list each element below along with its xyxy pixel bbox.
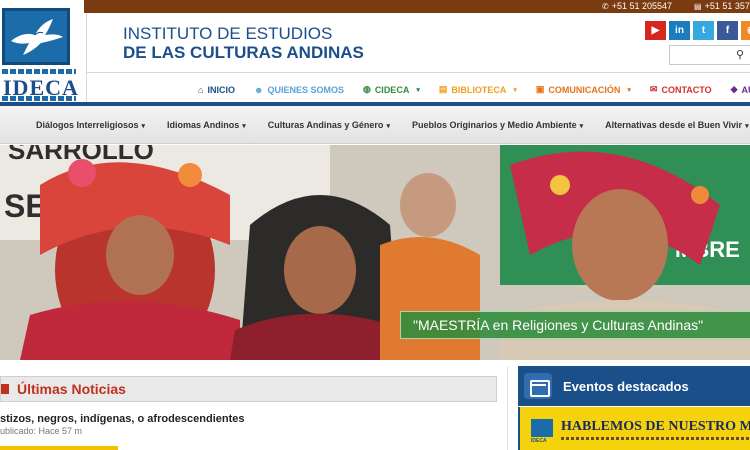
top-contact-bar: ✆ +51 51 205547 ▤ +51 51 357 bbox=[0, 0, 750, 13]
topic-culturas-label: Culturas Andinas y Género bbox=[267, 120, 384, 130]
column-divider bbox=[507, 366, 508, 450]
nav-comunicacion-label: COMUNICACIÓN bbox=[548, 84, 621, 95]
nav-contacto[interactable]: ✉ CONTACTO bbox=[650, 84, 712, 95]
news-thumbnail[interactable] bbox=[0, 446, 118, 450]
news-icon bbox=[1, 384, 9, 394]
topic-alternativas[interactable]: Alternativas desde el Buen Vivir ▾ bbox=[605, 120, 748, 130]
home-icon: ⌂ bbox=[198, 84, 204, 95]
site-logo[interactable]: IDECA bbox=[0, 0, 84, 101]
facebook-icon[interactable]: f bbox=[717, 21, 738, 40]
chevron-down-icon: ▾ bbox=[745, 122, 749, 130]
chevron-down-icon: ▾ bbox=[386, 122, 390, 130]
ideca-mini-wordmark: IDECA bbox=[531, 438, 547, 444]
nav-contacto-label: CONTACTO bbox=[661, 84, 712, 95]
latest-news-header: Últimas Noticias bbox=[0, 376, 497, 402]
youtube-icon[interactable]: ▶ bbox=[645, 21, 666, 40]
envelope-icon: ✉ bbox=[649, 84, 658, 94]
nav-cideca-label: CIDECA bbox=[374, 84, 410, 95]
topic-pueblos-label: Pueblos Originarios y Medio Ambiente bbox=[411, 120, 577, 130]
site-title[interactable]: INSTITUTO DE ESTUDIOS DE LAS CULTURAS AN… bbox=[123, 24, 364, 62]
condor-emblem bbox=[2, 8, 70, 65]
nav-biblioteca-label: BIBLIOTECA bbox=[451, 84, 507, 95]
topic-dialogos-label: Diálogos Interreligiosos bbox=[36, 120, 139, 130]
fax-number: +51 51 357 bbox=[704, 1, 750, 11]
printer-icon: ▤ bbox=[694, 2, 702, 11]
main-nav: ⌂ INICIO ☻ QUIENES SOMOS ◍ CIDECA ▾ ▤ BIBLIOT… bbox=[198, 84, 750, 95]
topic-alternativas-label: Alternativas desde el Buen Vivir bbox=[605, 120, 743, 130]
document-icon: ▣ bbox=[535, 84, 545, 94]
header-rule bbox=[87, 72, 750, 73]
phone-contact[interactable]: ✆ +51 51 205547 bbox=[602, 0, 672, 13]
nav-quienes-label: QUIENES SOMOS bbox=[267, 84, 344, 95]
nav-quienes-somos[interactable]: ☻ QUIENES SOMOS bbox=[254, 84, 344, 95]
topic-dialogos[interactable]: Diálogos Interreligiosos ▾ bbox=[36, 120, 145, 130]
topic-culturas-genero[interactable]: Culturas Andinas y Género ▾ bbox=[268, 120, 390, 130]
linkedin-icon[interactable]: in bbox=[669, 21, 690, 40]
news-item-title[interactable]: stizos, negros, indígenas, o afrodescend… bbox=[0, 413, 245, 425]
featured-event-banner[interactable]: IDECA HABLEMOS DE NUESTRO MUNDO bbox=[518, 407, 750, 450]
ideca-mini-logo bbox=[531, 419, 553, 437]
globe-icon: ◍ bbox=[362, 84, 371, 94]
phone-number: +51 51 205547 bbox=[611, 1, 673, 11]
header-divider bbox=[86, 13, 87, 103]
event-banner-subtitle bbox=[561, 437, 750, 440]
nav-aula-virtual[interactable]: ◆AULA VIRTUA bbox=[731, 84, 750, 95]
topic-nav: Diálogos Interreligiosos ▾ Idiomas Andino… bbox=[0, 106, 750, 144]
nav-inicio[interactable]: ⌂ INICIO bbox=[198, 84, 235, 95]
topic-idiomas-label: Idiomas Andinos bbox=[167, 120, 240, 130]
nav-biblioteca[interactable]: ▤ BIBLIOTECA ▾ bbox=[439, 84, 517, 95]
topic-idiomas[interactable]: Idiomas Andinos ▾ bbox=[167, 120, 246, 130]
twitter-icon[interactable]: t bbox=[693, 21, 714, 40]
site-title-line2: DE LAS CULTURAS ANDINAS bbox=[123, 43, 364, 62]
latest-news-title: Últimas Noticias bbox=[17, 381, 126, 397]
search-icon[interactable]: ⚲ bbox=[736, 48, 744, 61]
featured-events-title: Eventos destacados bbox=[563, 379, 689, 394]
fax-contact[interactable]: ▤ +51 51 357 bbox=[694, 0, 750, 13]
graduation-cap-icon: ◆ bbox=[730, 84, 738, 94]
featured-events-header: Eventos destacados bbox=[518, 366, 750, 406]
extra-social-icon[interactable]: ◉ bbox=[741, 21, 750, 40]
users-icon: ☻ bbox=[253, 84, 264, 95]
nav-comunicacion[interactable]: ▣ COMUNICACIÓN ▾ bbox=[536, 84, 631, 95]
calendar-icon bbox=[524, 373, 552, 399]
phone-icon: ✆ bbox=[602, 2, 609, 11]
topic-pueblos[interactable]: Pueblos Originarios y Medio Ambiente ▾ bbox=[412, 120, 583, 130]
chevron-down-icon: ▾ bbox=[513, 86, 517, 94]
search-input[interactable]: ⚲ bbox=[669, 45, 750, 65]
hero-caption[interactable]: "MAESTRÍA en Religiones y Culturas Andin… bbox=[400, 311, 750, 339]
chevron-down-icon: ▾ bbox=[242, 122, 246, 130]
site-title-line1: INSTITUTO DE ESTUDIOS bbox=[123, 24, 333, 43]
event-banner-title: HABLEMOS DE NUESTRO MUNDO bbox=[561, 419, 750, 434]
chevron-down-icon: ▾ bbox=[141, 122, 146, 130]
chevron-down-icon: ▾ bbox=[416, 86, 420, 94]
logo-pattern-top bbox=[2, 69, 76, 74]
book-icon: ▤ bbox=[438, 84, 448, 94]
nav-aula-label: AULA VIRTUA bbox=[741, 84, 750, 95]
chevron-down-icon: ▾ bbox=[627, 86, 631, 94]
nav-cideca[interactable]: ◍ CIDECA ▾ bbox=[363, 84, 420, 95]
nav-inicio-label: INICIO bbox=[207, 84, 235, 95]
logo-pattern-bottom bbox=[2, 96, 76, 101]
chevron-down-icon: ▾ bbox=[579, 122, 584, 130]
news-item-date: ublicado: Hace 57 m bbox=[0, 426, 83, 436]
social-links: ▶ in t f ◉ bbox=[645, 21, 750, 40]
